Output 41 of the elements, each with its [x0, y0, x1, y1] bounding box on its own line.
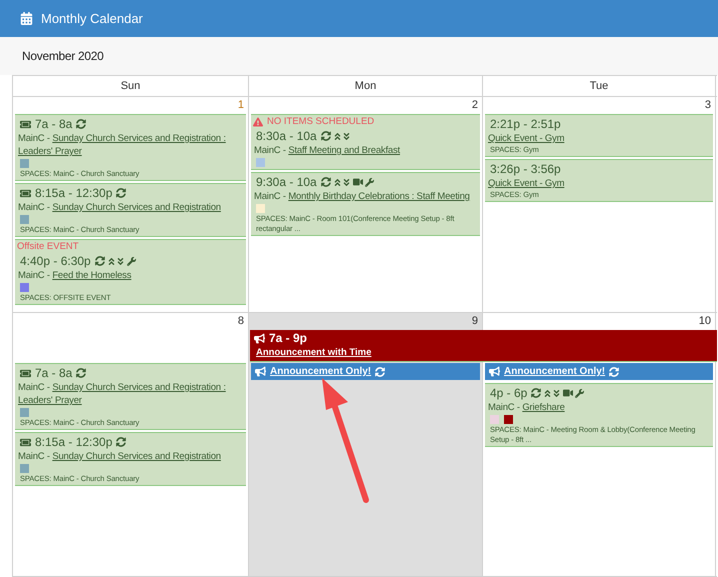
- event-time: 8:30a - 10a: [256, 128, 317, 144]
- event-notice: Offsite EVENT: [17, 241, 79, 253]
- event-title[interactable]: Quick Event - Gym: [487, 132, 711, 145]
- event-time: 7a - 8a: [35, 116, 72, 132]
- megaphone-icon: [489, 366, 500, 377]
- announcement-link[interactable]: Announcement Only!: [504, 364, 606, 379]
- event-title[interactable]: MainC - Staff Meeting and Breakfast: [253, 144, 478, 157]
- event-time: 7a - 8a: [35, 365, 72, 381]
- event-title[interactable]: MainC - Sunday Church Services and Registration : Leaders' Prayer: [17, 381, 244, 407]
- month-title: November 2020: [22, 48, 104, 65]
- calendar-icon: [20, 12, 33, 25]
- day-number: 1: [238, 98, 244, 113]
- megaphone-icon: [255, 366, 266, 377]
- event-title[interactable]: MainC - Monthly Birthday Celebrations : Staff Meeting: [253, 190, 478, 203]
- day-number: 9: [472, 314, 478, 329]
- event-time: 4:40p - 6:30p: [20, 253, 91, 269]
- weekday-header: Tue: [590, 78, 608, 94]
- event-time: 8:15a - 12:30p: [35, 185, 112, 201]
- event-title[interactable]: MainC - Feed the Homeless: [17, 269, 244, 282]
- day-number: 2: [472, 98, 478, 113]
- event-time: 3:26p - 3:56p: [490, 161, 561, 177]
- window-title: Monthly Calendar: [41, 10, 143, 28]
- announcement-link[interactable]: Announcement with Time: [254, 346, 372, 360]
- event-title[interactable]: MainC - Sunday Church Services and Registration: [17, 201, 244, 214]
- event-title[interactable]: MainC - Sunday Church Services and Registration: [17, 450, 244, 463]
- banner-time: 7a - 9p: [269, 330, 308, 346]
- announcement-link[interactable]: Announcement Only!: [270, 364, 372, 379]
- day-number: 8: [238, 314, 244, 329]
- megaphone-icon: [254, 332, 265, 344]
- day-number: 10: [698, 314, 711, 329]
- weekday-header: Sun: [120, 78, 140, 94]
- event-title[interactable]: MainC - Sunday Church Services and Registration : Leaders' Prayer: [17, 132, 244, 158]
- event-time: 8:15a - 12:30p: [35, 434, 112, 450]
- weekday-header: Mon: [354, 78, 376, 94]
- event-time: 4p - 6p: [490, 385, 528, 401]
- event-title[interactable]: MainC - Griefshare: [487, 401, 711, 414]
- event-time: 2:21p - 2:51p: [490, 116, 561, 132]
- day-number: 3: [704, 98, 711, 113]
- event-notice: NO ITEMS SCHEDULED: [267, 116, 374, 128]
- event-title[interactable]: Quick Event - Gym: [487, 177, 711, 190]
- event-time: 9:30a - 10a: [256, 174, 317, 190]
